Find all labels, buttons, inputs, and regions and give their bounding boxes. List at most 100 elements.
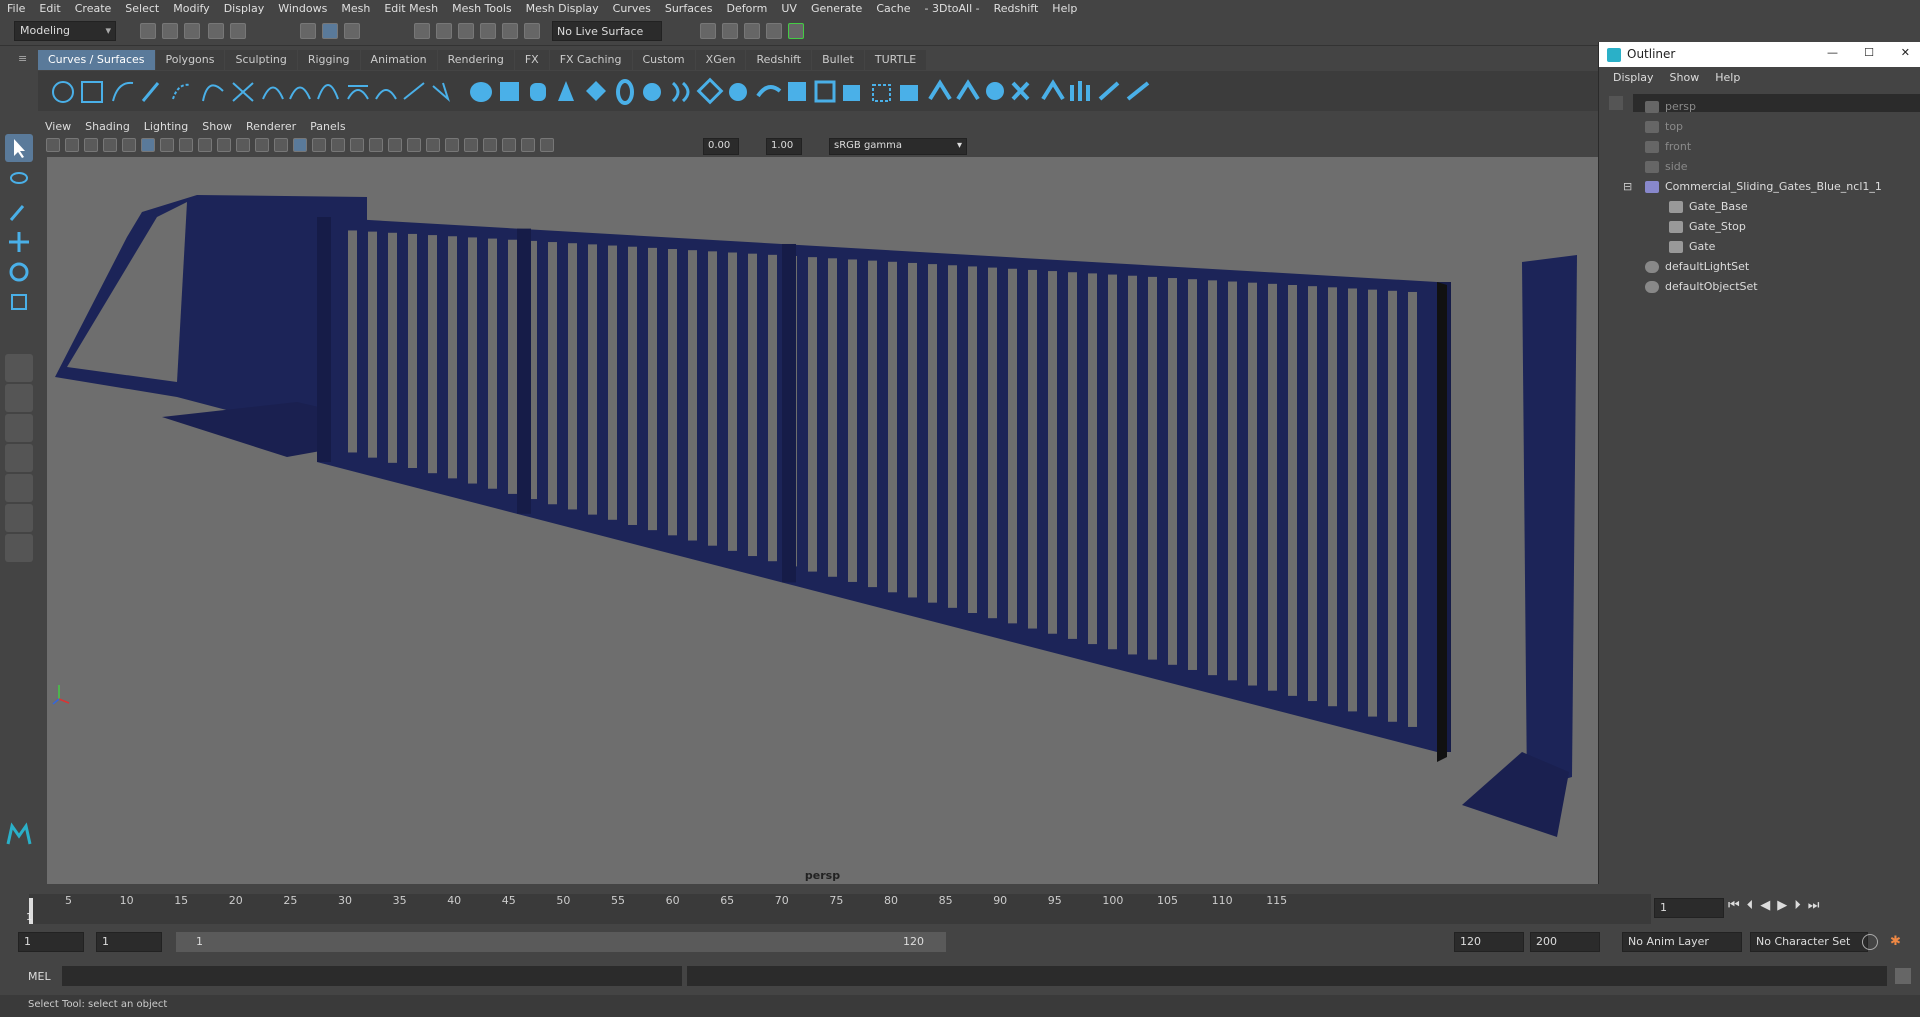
range-slider[interactable]: 1 120 [176, 932, 946, 952]
shelf-tab-turtle[interactable]: TURTLE [864, 50, 927, 70]
select-component-icon[interactable] [344, 23, 360, 39]
shelf-tab-rendering[interactable]: Rendering [437, 50, 514, 70]
menu-3dtoall[interactable]: - 3DtoAll - [918, 2, 987, 15]
safe-action-icon[interactable] [236, 138, 250, 152]
render-settings-icon[interactable] [766, 23, 782, 39]
trim-icon[interactable] [872, 84, 891, 102]
menu-modify[interactable]: Modify [166, 2, 216, 15]
planar-icon[interactable] [696, 77, 724, 105]
dof-icon[interactable] [445, 138, 459, 152]
preferences-icon[interactable]: ✱ [1890, 934, 1906, 950]
redo-icon[interactable] [230, 23, 246, 39]
filter-icon[interactable] [1609, 96, 1623, 110]
outliner-item[interactable]: side [1645, 160, 1688, 180]
snap-view-icon[interactable] [480, 23, 496, 39]
textured-icon[interactable] [331, 138, 345, 152]
grid-icon[interactable] [141, 138, 155, 152]
outliner-menu-help[interactable]: Help [1707, 71, 1748, 84]
scale-tool-icon[interactable] [5, 288, 33, 316]
bevel-icon[interactable] [843, 85, 860, 101]
detach-curve-icon[interactable] [289, 86, 311, 100]
menu-mesh[interactable]: Mesh [334, 2, 377, 15]
close-icon[interactable]: ✕ [1901, 46, 1910, 59]
script-language-label[interactable]: MEL [28, 970, 51, 983]
hypershade-layout-icon[interactable] [5, 474, 33, 502]
shelf-tab-redshift[interactable]: Redshift [746, 50, 812, 70]
command-input[interactable] [62, 966, 682, 986]
menu-edit-mesh[interactable]: Edit Mesh [377, 2, 445, 15]
viewport-menu-view[interactable]: View [38, 120, 78, 133]
xray-active-icon[interactable] [502, 138, 516, 152]
menu-windows[interactable]: Windows [271, 2, 334, 15]
undo-icon[interactable] [208, 23, 224, 39]
time-slider[interactable]: 5 10 15 20 25 30 35 40 45 50 55 60 65 70 75 80 85 90 95 100… [0, 884, 1920, 924]
shelf-tab-fx[interactable]: FX [514, 50, 549, 70]
reverse-curve-icon[interactable] [432, 82, 451, 103]
sculpt-tool-icon[interactable] [1011, 81, 1030, 101]
nurbs-square-icon[interactable] [81, 81, 103, 103]
extend-curve-icon[interactable] [403, 82, 425, 100]
rebuild-curve-icon[interactable] [317, 84, 339, 100]
safe-title-icon[interactable] [255, 138, 269, 152]
intersect-curve-icon[interactable] [232, 82, 254, 102]
extend-surface-icon[interactable] [1070, 85, 1074, 101]
nurbs-circle-icon[interactable] [52, 81, 74, 103]
gamma-field[interactable]: 1.00 [766, 138, 802, 155]
menu-select[interactable]: Select [118, 2, 166, 15]
grease-pencil-icon[interactable] [122, 138, 136, 152]
move-tool-icon[interactable] [5, 228, 33, 256]
select-tool-icon[interactable] [5, 134, 33, 162]
shadows-icon[interactable] [369, 138, 383, 152]
persp-outliner-layout-icon[interactable] [5, 414, 33, 442]
film-gate-icon[interactable] [160, 138, 174, 152]
bookmark-icon[interactable] [84, 138, 98, 152]
menu-edit[interactable]: Edit [32, 2, 67, 15]
insert-isoparm-icon[interactable] [986, 82, 1004, 100]
aa-icon[interactable] [426, 138, 440, 152]
outliner-item[interactable]: persp [1645, 100, 1696, 120]
collapse-layouts-icon[interactable] [5, 534, 33, 562]
auto-key-icon[interactable] [1862, 934, 1878, 950]
select-object-icon[interactable] [322, 23, 338, 39]
square-surface-icon[interactable] [814, 80, 836, 103]
outliner-item[interactable]: defaultLightSet [1645, 260, 1749, 280]
rotate-tool-icon[interactable] [5, 258, 33, 286]
viewport-menu-shading[interactable]: Shading [78, 120, 137, 133]
single-perspective-layout-icon[interactable] [5, 354, 33, 382]
gate-stop-post[interactable] [1522, 255, 1577, 790]
rebuild-surface-icon[interactable] [1041, 79, 1065, 101]
shelf-tab-xgen[interactable]: XGen [695, 50, 746, 70]
menu-curves[interactable]: Curves [606, 2, 658, 15]
brush-icon[interactable] [1126, 81, 1150, 101]
resolution-gate-icon[interactable] [179, 138, 193, 152]
snap-curve-icon[interactable] [436, 23, 452, 39]
nurbs-cube-icon[interactable] [500, 82, 519, 101]
loft-icon[interactable] [671, 81, 690, 103]
persp-graph-layout-icon[interactable] [5, 444, 33, 472]
open-scene-icon[interactable] [162, 23, 178, 39]
boundary-icon[interactable] [788, 82, 806, 101]
playback-end-field[interactable]: 120 [1454, 932, 1524, 952]
menu-mesh-tools[interactable]: Mesh Tools [445, 2, 519, 15]
maximize-icon[interactable]: ☐ [1864, 46, 1874, 59]
viewport-menu-renderer[interactable]: Renderer [239, 120, 303, 133]
render-frame-icon[interactable] [722, 23, 738, 39]
menu-deform[interactable]: Deform [719, 2, 774, 15]
smooth-shade-icon[interactable] [293, 138, 307, 152]
live-surface-field[interactable]: No Live Surface [552, 21, 662, 41]
nurbs-torus-icon[interactable] [616, 79, 634, 105]
backface-icon[interactable] [540, 138, 554, 152]
snap-surface-icon[interactable] [502, 23, 518, 39]
camera-select-icon[interactable] [46, 138, 60, 152]
persp-uv-layout-icon[interactable] [5, 504, 33, 532]
script-editor-icon[interactable] [1895, 968, 1911, 984]
nurbs-cone-icon[interactable] [558, 81, 574, 101]
character-set-dropdown[interactable]: No Character Set [1750, 932, 1868, 952]
outliner-item[interactable]: Gate_Stop [1669, 220, 1746, 240]
untrim-icon[interactable] [900, 85, 918, 101]
snap-point-icon[interactable] [458, 23, 474, 39]
render-view-icon[interactable] [700, 23, 716, 39]
outliner-item[interactable]: defaultObjectSet [1645, 280, 1758, 300]
menu-mesh-display[interactable]: Mesh Display [519, 2, 606, 15]
outliner-menu-display[interactable]: Display [1605, 71, 1662, 84]
